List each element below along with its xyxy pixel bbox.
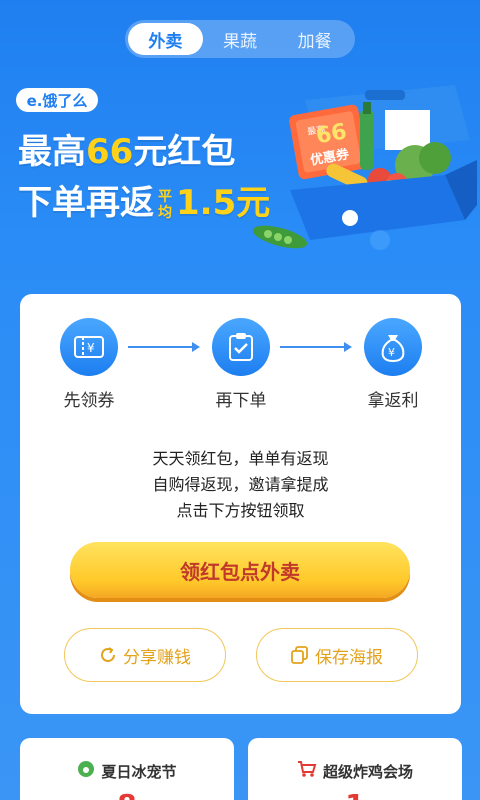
- step-label: 拿返利: [367, 391, 419, 411]
- peas-decoration: [252, 225, 308, 249]
- svg-text:¥: ¥: [388, 346, 395, 359]
- eleme-logo: e.饿了么: [16, 88, 98, 112]
- tab-snack[interactable]: 加餐: [277, 23, 352, 55]
- get-redpacket-order-button[interactable]: 领红包点外卖: [70, 542, 410, 598]
- share-earn-button[interactable]: 分享赚钱: [64, 628, 226, 682]
- step-get-coupon: ¥ 先领券: [34, 318, 144, 411]
- fried-chicken-venue-card[interactable]: 超级炸鸡会场 1: [248, 738, 462, 800]
- card-number: 1: [248, 788, 462, 800]
- desc-line: 点击下方按钮领取: [176, 501, 305, 520]
- save-poster-button[interactable]: 保存海报: [256, 628, 418, 682]
- cart-icon: [297, 760, 317, 782]
- grocery-box-illustration: 最高 66 优惠券: [289, 85, 477, 250]
- desc-line: 天天领红包，单单有返现: [152, 449, 329, 468]
- save-poster-label: 保存海报: [315, 647, 383, 668]
- share-refresh-icon: [99, 646, 117, 664]
- summer-pet-festival-card[interactable]: 夏日冰宠节 8: [20, 738, 234, 800]
- card-title: 超级炸鸡会场: [248, 760, 462, 782]
- headline-rebate: 下单再返平均 1.5元: [18, 183, 271, 223]
- svg-text:66: 66: [314, 119, 349, 149]
- steps-flow: ¥ 先领券 再下单 ¥ 拿返利: [20, 318, 461, 418]
- money-bag-icon: ¥: [364, 318, 422, 376]
- step-label: 先领券: [63, 391, 115, 411]
- card-title-text: 夏日冰宠节: [101, 762, 177, 781]
- card-title-text: 超级炸鸡会场: [322, 762, 413, 781]
- headline-max-redpacket: 最高66元红包: [18, 132, 236, 172]
- desc-line: 自购得返现，邀请拿提成: [152, 475, 329, 494]
- step-place-order: 再下单: [186, 318, 296, 411]
- step-get-rebate: ¥ 拿返利: [338, 318, 448, 411]
- pet-icon: [77, 760, 95, 782]
- rebate-card: ¥ 先领券 再下单 ¥ 拿返利 天天领红包，单单有返现 自购得返现，邀请拿提成 …: [20, 294, 461, 714]
- rebate-description: 天天领红包，单单有返现 自购得返现，邀请拿提成 点击下方按钮领取: [20, 446, 461, 524]
- card-title: 夏日冰宠节: [20, 760, 234, 782]
- tab-fruit-veg[interactable]: 果蔬: [203, 23, 278, 55]
- clipboard-check-icon: [212, 318, 270, 376]
- share-earn-label: 分享赚钱: [123, 647, 191, 668]
- ticket-icon: ¥: [60, 318, 118, 376]
- step-label: 再下单: [215, 391, 267, 411]
- tab-takeout[interactable]: 外卖: [128, 23, 203, 55]
- svg-text:¥: ¥: [87, 341, 95, 355]
- category-tabs: 外卖 果蔬 加餐: [125, 20, 355, 58]
- card-number: 8: [20, 788, 234, 800]
- copy-icon: [291, 646, 309, 664]
